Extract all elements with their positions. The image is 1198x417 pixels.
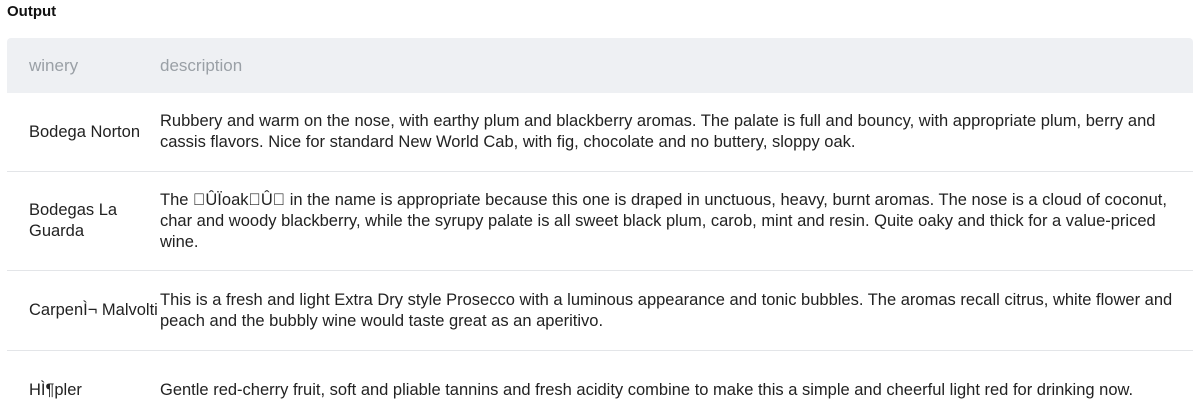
table-row: Bodega Norton Rubbery and warm on the no… xyxy=(7,93,1193,172)
description-cell: The  ÛÏoak Û  in the name is appropriate… xyxy=(160,190,1167,251)
winery-cell: HÌ¶pler xyxy=(29,380,82,399)
output-heading: Output xyxy=(7,3,57,20)
column-header-description[interactable]: description xyxy=(160,56,1193,76)
output-table: winery description Bodega Norton Rubbery… xyxy=(7,38,1193,417)
winery-cell: CarpenÌ¬ Malvolti xyxy=(29,301,158,319)
description-cell: Gentle red-cherry fruit, soft and pliabl… xyxy=(160,380,1134,399)
column-header-winery[interactable]: winery xyxy=(7,56,160,76)
description-cell: Rubbery and warm on the nose, with earth… xyxy=(160,112,1156,151)
winery-cell: Bodega Norton xyxy=(29,122,140,141)
table-row: CarpenÌ¬ Malvolti This is a fresh and li… xyxy=(7,271,1193,351)
description-cell: This is a fresh and light Extra Dry styl… xyxy=(160,290,1173,330)
winery-cell: Bodegas La Guarda xyxy=(29,201,118,240)
table-row: HÌ¶pler Gentle red-cherry fruit, soft an… xyxy=(7,351,1193,417)
table-header: winery description xyxy=(7,38,1193,93)
table-row: Bodegas La Guarda The  ÛÏoak Û  in the n… xyxy=(7,172,1193,271)
